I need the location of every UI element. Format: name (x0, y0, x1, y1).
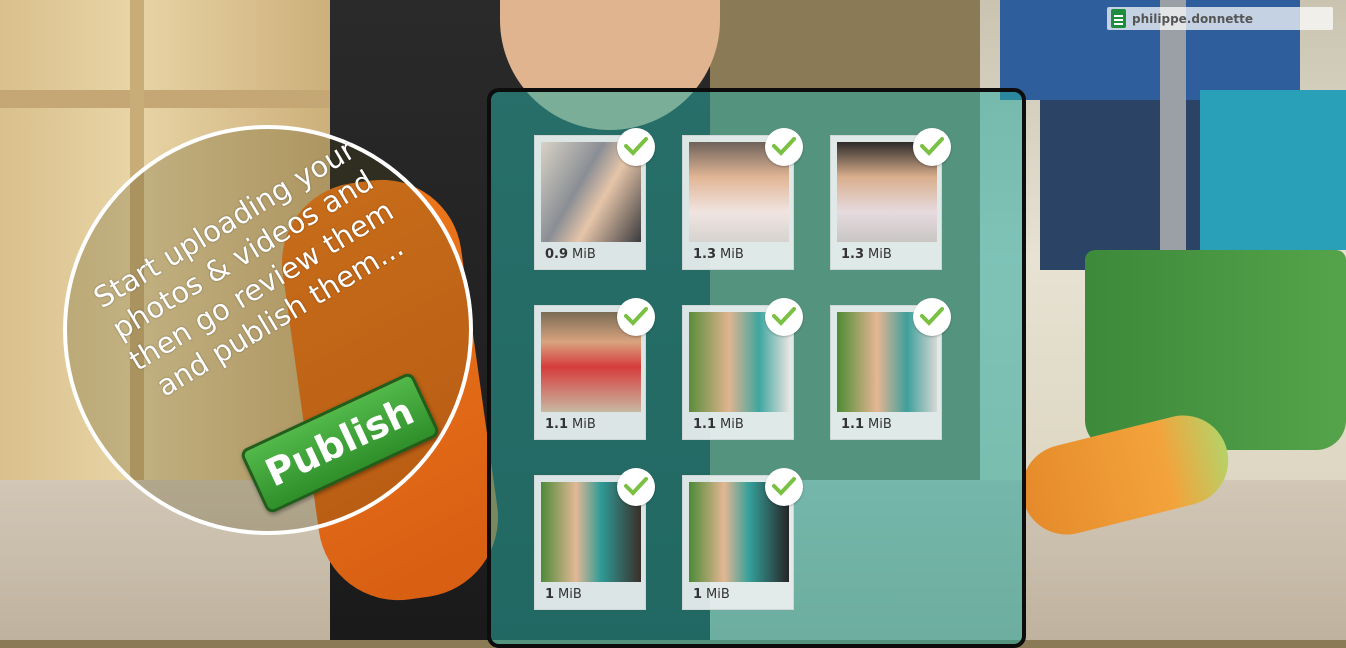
upload-thumbnail[interactable]: 1.1 MiB (682, 298, 803, 440)
check-icon (617, 128, 655, 166)
upload-thumbnail[interactable]: 1.3 MiB (830, 128, 951, 270)
account-chip[interactable]: philippe.donnette (1107, 7, 1333, 30)
file-size: 1.3 MiB (693, 247, 744, 262)
check-icon (913, 128, 951, 166)
file-size: 1.1 MiB (545, 417, 596, 432)
check-icon (765, 468, 803, 506)
file-size: 1 MiB (693, 587, 730, 602)
upload-thumbnail[interactable]: 1 MiB (682, 468, 803, 610)
file-size: 0.9 MiB (545, 247, 596, 262)
upload-thumbnail[interactable]: 1.1 MiB (830, 298, 951, 440)
check-icon (617, 468, 655, 506)
upload-panel: 0.9 MiB 1.3 MiB 1.3 MiB 1.1 MiB 1.1 MiB 1.1 Mi… (487, 88, 1026, 648)
upload-thumbnail[interactable]: 0.9 MiB (534, 128, 655, 270)
check-icon (765, 298, 803, 336)
file-size: 1 MiB (545, 587, 582, 602)
file-size: 1.1 MiB (693, 417, 744, 432)
check-icon (913, 298, 951, 336)
file-size: 1.3 MiB (841, 247, 892, 262)
check-icon (765, 128, 803, 166)
check-icon (617, 298, 655, 336)
upload-thumbnail[interactable]: 1.1 MiB (534, 298, 655, 440)
upload-thumbnail[interactable]: 1 MiB (534, 468, 655, 610)
spreadsheet-icon (1111, 9, 1126, 28)
file-size: 1.1 MiB (841, 417, 892, 432)
account-name: philippe.donnette (1132, 11, 1254, 26)
upload-thumbnail[interactable]: 1.3 MiB (682, 128, 803, 270)
